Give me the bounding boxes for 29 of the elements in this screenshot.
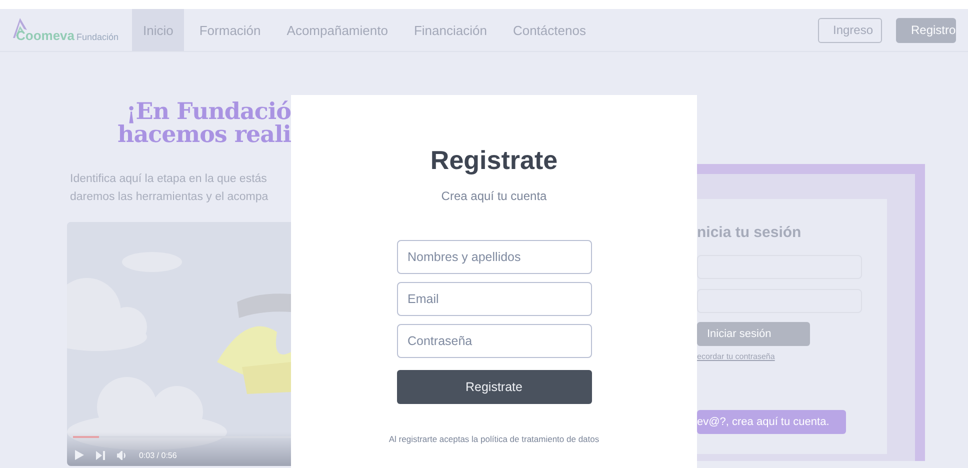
input-field[interactable]: Email [396,282,592,316]
register-button[interactable]: Registro [896,18,956,42]
input-field[interactable]: Contraseña [396,324,592,358]
brand-suffix: Fundación [76,32,119,42]
modal-title: Registrate [430,145,558,176]
terms-text: Al registrarte aceptas la política de tratamiento de datos [388,434,600,444]
next-icon[interactable] [96,450,105,460]
video-time: 0:03 / 0:56 [139,450,177,460]
forgot-password-link[interactable]: ecordar tu contraseña [697,352,775,361]
play-icon[interactable] [75,450,84,460]
input-field[interactable] [697,255,862,279]
nav-link[interactable]: Financiación [402,9,498,51]
login-button[interactable]: Ingreso [818,18,882,42]
input-field[interactable] [697,289,862,313]
submit-button[interactable]: Registrate [396,370,592,404]
nav-link[interactable]: Contáctenos [502,9,597,51]
sign-in-button[interactable]: Iniciar sesión [697,322,810,346]
nav-link[interactable]: Acompañamiento [276,9,399,51]
hero-heading-line: hacemos reali [116,123,291,146]
input-field[interactable]: Nombres y apellidos [396,240,592,274]
brand-name: Coomeva [16,28,75,43]
modal-subtitle: Crea aquí tu cuenta [441,189,547,203]
nav-link[interactable]: Formación [188,9,272,51]
intro-text-line: Identifica aquí la etapa en la que estás [70,172,268,187]
hero-heading-line: ¡En Fundació [126,100,291,123]
intro-text-line: daremos las herramientas y el acompa [70,190,270,205]
login-title: nicia tu sesión [697,224,802,241]
signup-banner[interactable]: ev@?, crea aquí tu cuenta. [697,410,846,434]
volume-icon[interactable] [117,450,127,460]
